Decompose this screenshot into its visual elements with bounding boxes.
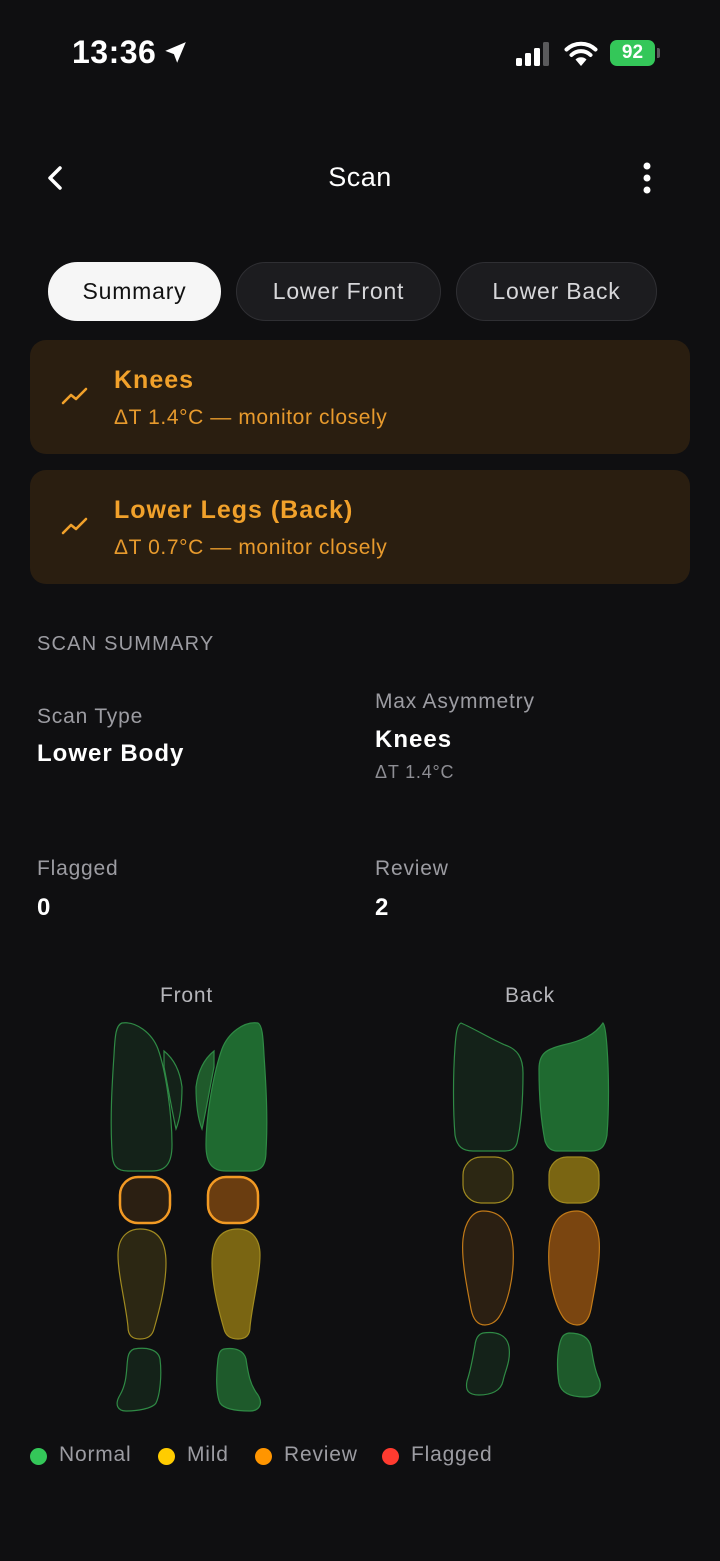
max-asymmetry-delta: ΔT 1.4°C bbox=[375, 762, 455, 782]
scan-type-label: Scan Type bbox=[37, 705, 144, 728]
legend-label: Mild bbox=[187, 1443, 229, 1466]
alert-title: Knees bbox=[114, 366, 195, 394]
location-arrow-icon bbox=[165, 42, 186, 63]
back-chevron-icon[interactable] bbox=[36, 158, 76, 198]
front-left-shin[interactable] bbox=[117, 1228, 167, 1340]
status-bar: 13:36 92 bbox=[0, 0, 720, 100]
back-right-heel[interactable] bbox=[556, 1332, 601, 1398]
alert-detail: ΔT 0.7°C — monitor closely bbox=[114, 536, 388, 559]
back-right-thigh[interactable] bbox=[538, 1022, 610, 1152]
flagged-count: 0 bbox=[37, 894, 52, 921]
front-right-shin[interactable] bbox=[211, 1228, 261, 1340]
max-asymmetry-value: Knees bbox=[375, 726, 453, 753]
flagged-label: Flagged bbox=[37, 857, 119, 880]
back-left-heel[interactable] bbox=[465, 1331, 510, 1396]
legend-label: Flagged bbox=[411, 1443, 493, 1466]
legend-dot-review bbox=[255, 1448, 272, 1465]
max-asymmetry-label: Max Asymmetry bbox=[375, 690, 535, 713]
more-options-icon[interactable] bbox=[630, 158, 664, 198]
back-right-calf[interactable] bbox=[548, 1210, 600, 1326]
front-right-knee[interactable] bbox=[206, 1175, 260, 1225]
review-label: Review bbox=[375, 857, 449, 880]
page-title: Scan bbox=[328, 162, 392, 192]
nav-bar: Scan bbox=[0, 140, 720, 216]
tab-lower-front[interactable]: Lower Front bbox=[236, 262, 441, 321]
back-right-knee[interactable] bbox=[548, 1156, 600, 1204]
status-time: 13:36 bbox=[72, 34, 157, 70]
legend-dot-normal bbox=[30, 1448, 47, 1465]
trend-icon bbox=[61, 517, 88, 535]
review-count: 2 bbox=[375, 894, 390, 921]
front-body-map bbox=[110, 1022, 268, 1412]
cellular-signal-icon bbox=[516, 42, 549, 66]
battery-cap bbox=[657, 48, 660, 58]
front-left-thigh[interactable] bbox=[110, 1022, 173, 1172]
alert-card-lower-legs[interactable]: Lower Legs (Back) ΔT 0.7°C — monitor clo… bbox=[30, 470, 690, 584]
front-view-label: Front bbox=[160, 984, 214, 1007]
battery-indicator: 92 bbox=[610, 40, 660, 66]
legend-label: Normal bbox=[59, 1443, 132, 1466]
wifi-icon bbox=[564, 41, 598, 66]
section-header-scan-summary: SCAN SUMMARY bbox=[37, 633, 215, 655]
back-body-map bbox=[452, 1022, 610, 1398]
alert-detail: ΔT 1.4°C — monitor closely bbox=[114, 406, 388, 429]
scan-type-value: Lower Body bbox=[37, 740, 185, 767]
legend-dot-flagged bbox=[382, 1448, 399, 1465]
tab-lower-back[interactable]: Lower Back bbox=[456, 262, 657, 321]
trend-icon bbox=[61, 387, 88, 405]
front-left-foot[interactable] bbox=[116, 1347, 162, 1412]
alert-card-knees[interactable]: Knees ΔT 1.4°C — monitor closely bbox=[30, 340, 690, 454]
front-right-foot[interactable] bbox=[216, 1347, 262, 1412]
tab-summary[interactable]: Summary bbox=[48, 262, 221, 321]
back-left-calf[interactable] bbox=[462, 1210, 514, 1326]
battery-level: 92 bbox=[610, 40, 655, 66]
front-left-knee[interactable] bbox=[118, 1175, 172, 1225]
legend-label: Review bbox=[284, 1443, 358, 1466]
back-left-thigh[interactable] bbox=[452, 1022, 524, 1152]
front-right-thigh[interactable] bbox=[205, 1022, 268, 1172]
alert-title: Lower Legs (Back) bbox=[114, 496, 354, 524]
back-left-knee[interactable] bbox=[462, 1156, 514, 1204]
back-view-label: Back bbox=[505, 984, 555, 1007]
legend-dot-mild bbox=[158, 1448, 175, 1465]
